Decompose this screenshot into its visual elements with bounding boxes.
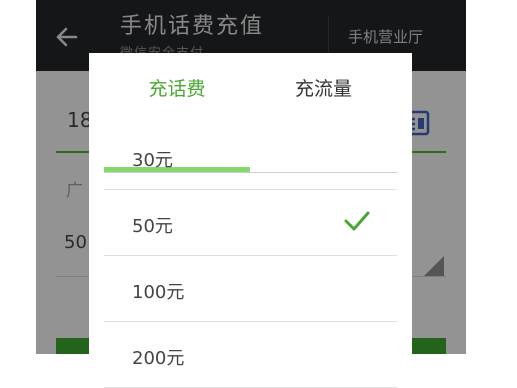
tab-recharge-credit[interactable]: 充话费 [104,53,250,121]
option-label: 50元 [132,216,173,237]
option-50[interactable]: 50元 [104,190,397,256]
checkmark-icon [344,211,370,231]
option-100[interactable]: 100元 [104,256,397,322]
tab-recharge-data[interactable]: 充流量 [250,53,397,121]
option-label: 200元 [132,348,185,369]
option-label: 30元 [132,150,173,171]
option-30[interactable]: 30元 [104,124,397,190]
option-label: 100元 [132,282,185,303]
recharge-dialog: 充话费 充流量 30元 50元 100元 200元 [89,53,412,388]
option-200[interactable]: 200元 [104,322,397,388]
